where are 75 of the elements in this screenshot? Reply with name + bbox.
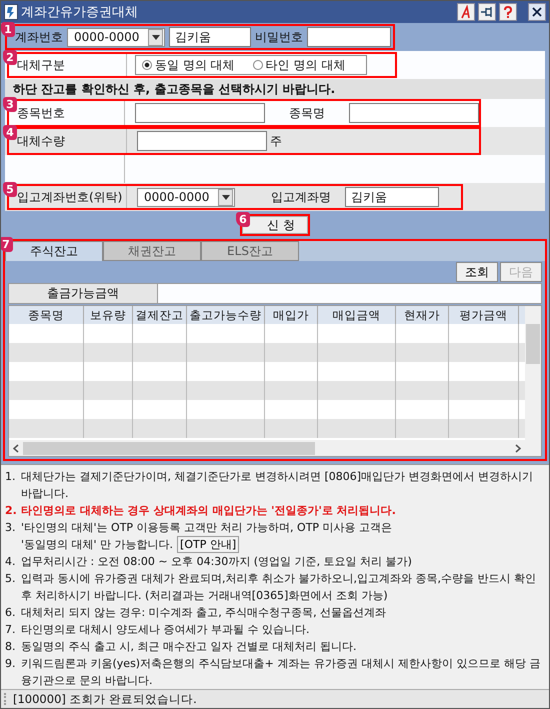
step-badge: 1: [1, 22, 15, 37]
pin-icon[interactable]: [478, 3, 496, 21]
tab[interactable]: ELS잔고: [201, 241, 299, 261]
caret-icon: [152, 34, 160, 40]
help-icon[interactable]: [499, 3, 517, 21]
field-label: 계좌번호: [15, 28, 63, 46]
account-dropdown[interactable]: 0000-0000: [137, 188, 235, 206]
toolbar-button[interactable]: 조회: [456, 262, 498, 282]
column-header[interactable]: 보유량: [84, 306, 133, 324]
column-header[interactable]: 평가금액: [449, 306, 519, 324]
step-badge: 5: [3, 182, 17, 197]
vertical-scrollbar[interactable]: [525, 306, 541, 456]
field-label: 비밀번호: [255, 28, 303, 46]
note-text: '타인명의 대체'는 OTP 이용등록 고객만 처리 가능하며, OTP 미사용 고객은: [21, 520, 392, 536]
column-header[interactable]: 매입가: [265, 306, 318, 324]
account-dropdown[interactable]: 0000-0000: [67, 28, 165, 46]
column-header[interactable]: 종목명: [9, 306, 84, 324]
note-number: 1.: [5, 469, 16, 485]
note-text: 동일명의 주식 출고 시, 최근 매수잔고 일자 건별로 대체처리 됩니다.: [21, 639, 356, 655]
column-header[interactable]: 매입금액: [318, 306, 396, 324]
column-header[interactable]: 출고가능수량: [187, 306, 265, 324]
step-badge: 2: [3, 50, 17, 65]
note-number: 3.: [5, 520, 16, 536]
note-text: 대체처리 되지 않는 경우: 미수계좌 출고, 주식매수청구종목, 선물옵션계좌: [21, 605, 386, 621]
field-label: 대체구분: [17, 54, 127, 76]
window-title: 계좌간유가증권대체: [21, 4, 138, 21]
radio-button[interactable]: [252, 60, 263, 70]
font-icon[interactable]: [457, 3, 475, 21]
step-badge: 6: [236, 212, 250, 227]
note-text: 타인명의로 대체하는 경우 상대계좌의 매입단가는 '전일종가'로 처리됩니다.: [21, 503, 396, 519]
note-number: 5.: [5, 571, 16, 587]
note-text: 입력과 동시에 유가증권 대체가 완료되며,처리후 취소가 불가하오니,입고계좌와 종목,수량을 반드시 확인 후 처리하시기 바랍니다. (처리결과는 거래내역[0365]화면에서 조회 가능): [21, 571, 537, 604]
note-number: 4.: [5, 554, 16, 570]
stock-code-field[interactable]: [135, 103, 265, 123]
note-number: 7.: [5, 622, 16, 638]
close-icon[interactable]: [528, 3, 546, 21]
instruction-text: 하단 잔고를 확인하신 후, 출고종목을 선택하시기 바랍니다.: [5, 79, 545, 99]
field-label: 대체수량: [17, 129, 127, 153]
field-label: 종목번호: [17, 101, 125, 125]
dropdown-button[interactable]: [148, 28, 163, 46]
note-text: '동일명의 대체' 만 가능합니다.: [21, 537, 174, 553]
quantity-field[interactable]: [137, 131, 267, 151]
step-badge: 3: [3, 97, 17, 112]
note-number: 2.: [5, 503, 18, 519]
note-number: 8.: [5, 639, 16, 655]
radio-label[interactable]: 동일 명의 대체: [155, 56, 235, 74]
target-name-field: 김키움: [345, 187, 439, 207]
note-text: 대체단가는 결제기준단가이며, 체결기준단가로 변경하시려면 [0806]매입단가 변경화면에서 변경하시기 바랍니다.: [21, 469, 534, 502]
field-label: 종목명: [289, 104, 325, 122]
unit-label: 주: [270, 132, 282, 150]
field-label: 입고계좌번호(위탁): [17, 186, 127, 208]
radio-label[interactable]: 타인 명의 대체: [266, 56, 346, 74]
note-number: 9.: [5, 656, 16, 672]
note-text: 업무처리시간 : 오전 08:00 ~ 오후 04:30까지 (영업일 기준, 토요일 처리 불가): [21, 554, 412, 570]
caret-icon: [222, 194, 230, 200]
step-badge: 7: [1, 237, 13, 252]
stock-name-field[interactable]: [349, 103, 479, 123]
dropdown-button[interactable]: [218, 188, 233, 206]
column-header[interactable]: 결제잔고: [133, 306, 187, 324]
field-label: 입고계좌명: [271, 188, 331, 206]
otp-guide-button[interactable]: [OTP 안내]: [177, 536, 240, 553]
note-number: 6.: [5, 605, 16, 621]
scroll-left-icon[interactable]: [13, 444, 19, 452]
horizontal-scrollbar[interactable]: [9, 440, 525, 456]
column-header[interactable]: 현재가: [396, 306, 449, 324]
step-badge: 4: [3, 125, 17, 140]
app-icon: [4, 4, 18, 20]
scroll-right-icon[interactable]: [515, 444, 521, 452]
radio-button[interactable]: [142, 60, 152, 70]
note-text: 키워드림론과 키움(yes)저축은행의 주식담보대출+ 계좌는 유가증권 대체시 제한사항이 있으므로 해당 금융기관으로 문의 바랍니다.: [21, 656, 542, 689]
password-field[interactable]: [307, 27, 391, 47]
note-text: 타인명의로 대체시 양도세나 증여세가 부과될 수 있습니다.: [21, 622, 310, 638]
status-message: [100000] 조회가 완료되었습니다.: [13, 692, 197, 706]
tab[interactable]: 채권잔고: [103, 241, 201, 261]
account-name-field: 김키움: [169, 27, 251, 47]
